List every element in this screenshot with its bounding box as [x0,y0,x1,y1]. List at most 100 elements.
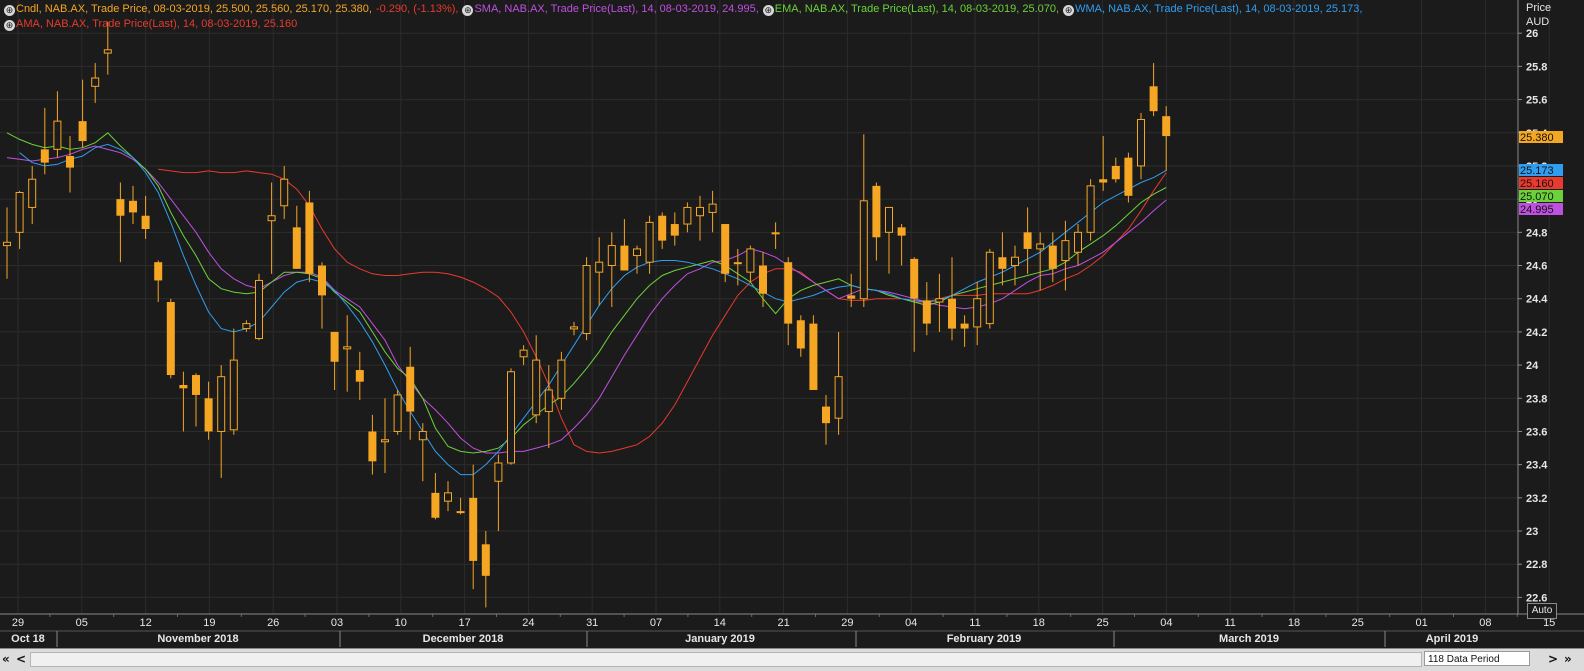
month-label: April 2019 [1426,633,1479,645]
price-badge-label: 25.160 [1520,178,1554,190]
candle-body-up [532,359,541,416]
scroll-last-button[interactable]: » [1564,650,1572,668]
candle-body-down [796,320,805,349]
candle-body-up [1036,243,1045,250]
x-tick-label: 31 [586,617,598,629]
candle-body-down [355,370,364,382]
candle-body-up [595,261,604,273]
candle-body-up [229,359,238,431]
candle-body-down [721,224,730,274]
x-tick-label: 11 [1224,617,1235,629]
candle-body-down [897,227,906,236]
legend-entry[interactable]: Cndl, NAB.AX, Trade Price, 08-03-2019, 2… [16,2,372,17]
indicator-settings-icon[interactable]: ⊕ [1063,5,1075,16]
candle-body-down [910,258,919,299]
axis-title-price: Price [1526,2,1552,14]
candle-body-up [1086,185,1095,233]
candle-body-down [192,375,200,395]
candle-body-down [1023,232,1032,249]
navigation-bar: « < 118 Data Period > » [0,648,1584,671]
legend-entry[interactable]: AMA, NAB.AX, Trade Price(Last), 14, 08-0… [16,17,297,32]
candle-body-down [330,331,339,362]
y-tick-label: 24.8 [1526,227,1547,239]
candle-body-up [280,178,289,207]
legend-entry[interactable]: SMA, NAB.AX, Trade Price(Last), 14, 08-0… [474,2,758,17]
candle-body-up [343,346,352,350]
candle-body-up [570,326,578,330]
candle-body-up [1011,256,1019,267]
y-tick-label: 23.8 [1526,393,1547,405]
x-tick-label: 25 [1096,617,1108,629]
legend-row: ⊕ AMA, NAB.AX, Trade Price(Last), 14, 08-… [4,17,1366,32]
x-tick-label: 18 [1033,617,1045,629]
indicator-settings-icon[interactable]: ⊕ [762,5,774,16]
candle-body-up [582,265,591,335]
candle-body-down [1149,86,1158,112]
candle-body-down [1048,245,1057,269]
price-chart[interactable]: 22.622.82323.223.423.623.82424.224.424.6… [0,0,1584,648]
data-period-field[interactable]: 118 Data Period [1424,651,1530,666]
time-scrollbar[interactable] [30,652,1422,667]
candle-body-down [872,185,881,238]
y-tick-label: 25.6 [1526,95,1547,107]
y-tick-label: 24.6 [1526,261,1547,273]
x-tick-label: 05 [76,617,88,629]
price-badge-label: 25.380 [1520,132,1554,144]
candle-body-down [406,366,415,412]
indicator-settings-icon[interactable]: ⊕ [462,5,474,16]
y-tick-label: 22.8 [1526,559,1547,571]
y-tick-label: 23.4 [1526,460,1548,472]
axis-title-currency: AUD [1526,16,1550,28]
y-tick-label: 23.6 [1526,426,1547,438]
candle-body-up [217,376,226,432]
x-tick-label: 14 [714,617,726,629]
candle-body-up [418,430,427,441]
candle-body-down [784,262,793,324]
x-tick-label: 29 [841,617,853,629]
x-tick-label: 26 [267,617,279,629]
candle-body-up [519,349,528,358]
candle-body-down [204,398,213,432]
x-tick-label: 17 [458,617,470,629]
candle-body-down [670,224,679,236]
candle-body-up [242,323,251,330]
candle-body-down [620,245,629,271]
y-tick-label: 24.2 [1526,327,1547,339]
legend-entry[interactable]: WMA, NAB.AX, Trade Price(Last), 14, 08-0… [1075,2,1362,17]
candle-body-down [318,265,326,296]
candle-body-down [456,511,465,514]
auto-scale-button[interactable]: Auto [1527,603,1557,619]
x-tick-label: 04 [905,617,917,629]
indicator-settings-icon[interactable]: ⊕ [4,20,15,31]
candle-body-up [103,49,112,54]
candle-body-up [834,376,843,419]
candle-body-down [658,215,667,241]
indicator-legend: ⊕ Cndl, NAB.AX, Trade Price, 08-03-2019, … [4,2,1366,32]
price-badge-label: 25.173 [1520,165,1554,177]
candle-body-up [444,492,452,502]
candle-body-up [1061,240,1070,262]
candle-body-up [255,279,263,340]
price-badge-label: 24.995 [1520,204,1554,216]
candle-body-down [822,406,830,424]
scroll-first-button[interactable]: « [2,650,10,668]
candle-body-down [948,298,956,329]
x-tick-label: 24 [522,617,534,629]
candle-body-down [1099,179,1108,183]
x-tick-label: 07 [650,617,662,629]
candle-body-up [696,206,704,217]
legend-entry[interactable]: EMA, NAB.AX, Trade Price(Last), 14, 08-0… [775,2,1059,17]
candle-body-down [431,492,440,518]
candle-body-up [859,200,868,300]
candle-body-up [645,221,654,263]
indicator-settings-icon[interactable]: ⊕ [4,5,15,16]
month-label: November 2018 [157,633,238,645]
candle-body-down [116,199,125,216]
scroll-next-button[interactable]: > [1548,650,1558,668]
legend-entry[interactable]: -0.290, (-1.13%), [376,2,459,17]
candle-body-down [771,232,780,235]
candle-body-up [708,203,717,213]
candle-body-down [469,497,478,561]
candle-body-up [544,389,553,413]
scroll-prev-button[interactable]: < [16,650,26,668]
